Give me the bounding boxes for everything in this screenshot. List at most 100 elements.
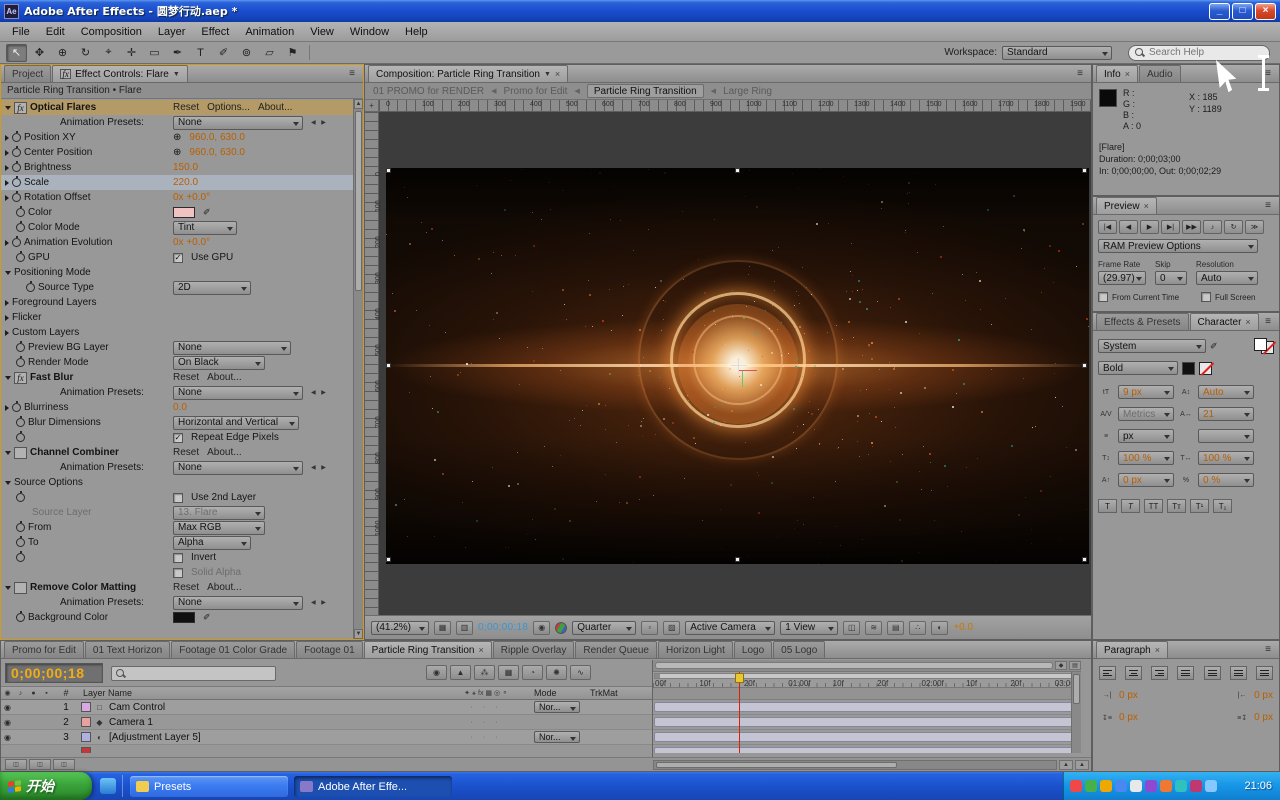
timeline-tab-ripple-overlay[interactable]: Ripple Overlay [493, 641, 575, 658]
checkbox-icon[interactable] [1098, 292, 1108, 302]
tab-dropdown-icon[interactable]: ▼ [173, 71, 180, 78]
animation-presets-dropdown[interactable]: None [173, 596, 303, 610]
stopwatch-icon[interactable] [12, 148, 21, 157]
animation-presets-dropdown[interactable]: None [173, 386, 303, 400]
live-update-icon[interactable]: ◉ [426, 665, 447, 680]
menu-animation[interactable]: Animation [237, 24, 302, 40]
unified-camera-tool[interactable]: ⌖ [98, 44, 119, 62]
brush-tool[interactable]: ✐ [213, 44, 234, 62]
graph-editor-icon[interactable]: ∿ [570, 665, 591, 680]
stopwatch-icon[interactable] [16, 418, 25, 427]
tray-icon-10[interactable] [1205, 780, 1217, 792]
draft-3d-icon[interactable]: ▲ [450, 665, 471, 680]
panel-menu-icon[interactable]: ≡ [1072, 67, 1088, 80]
layer-name[interactable]: Camera 1 [106, 717, 438, 728]
space-after-field[interactable]: ≡↧0 px [1234, 712, 1273, 723]
stopwatch-icon[interactable] [26, 283, 35, 292]
layer-row-2[interactable]: ◉2◆Camera 1· · · [1, 715, 652, 730]
comp-button-icon[interactable]: ▤ [1069, 661, 1081, 670]
zoom-tool[interactable]: ⊕ [52, 44, 73, 62]
animation-presets-dropdown[interactable]: None [173, 461, 303, 475]
animation-presets-dropdown[interactable]: None [173, 116, 303, 130]
point-target-icon[interactable]: ⊕ [173, 147, 181, 158]
tab-paragraph[interactable]: Paragraph× [1096, 641, 1168, 658]
panel-menu-icon[interactable]: ≡ [1260, 315, 1276, 328]
eyedropper-icon[interactable]: ✐ [203, 207, 211, 218]
current-time-indicator[interactable] [739, 672, 740, 753]
tab-close-icon[interactable]: × [1144, 201, 1149, 211]
breadcrumb-large-ring[interactable]: Large Ring [723, 86, 772, 97]
pixel-aspect-icon[interactable]: ◫ [843, 621, 860, 635]
tray-icon-6[interactable] [1145, 780, 1157, 792]
align-justify-last-right-button[interactable] [1230, 666, 1247, 680]
layer-duration-bar[interactable] [654, 717, 1080, 727]
tray-icon-4[interactable] [1115, 780, 1127, 792]
reset-button[interactable]: Reset [173, 447, 199, 458]
render-mode-dropdown[interactable]: On Black [173, 356, 265, 370]
tab-composition[interactable]: Composition: Particle Ring Transition ▼ … [368, 65, 568, 82]
frame-rate-dropdown[interactable]: (29.97) [1098, 271, 1146, 285]
timeline-tab-render-queue[interactable]: Render Queue [575, 641, 657, 658]
stopwatch-icon[interactable] [16, 613, 25, 622]
point-target-icon[interactable]: ⊕ [173, 132, 181, 143]
expand-transfer-controls-button[interactable]: ◫ [29, 759, 51, 770]
motion-blur-icon[interactable]: ◔ [522, 665, 543, 680]
faux-bold-button[interactable]: T [1098, 499, 1117, 513]
property-value[interactable]: 960.0, 630.0 [189, 147, 245, 158]
previous-frame-button[interactable]: ◀ [1119, 220, 1138, 234]
fast-previews-icon[interactable]: ≋ [865, 621, 882, 635]
layer-visibility-icon[interactable]: ◉ [1, 733, 14, 742]
indent-left-field[interactable]: →|0 px [1099, 690, 1138, 701]
menu-layer[interactable]: Layer [150, 24, 194, 40]
tab-project[interactable]: Project [4, 65, 51, 82]
stopwatch-icon[interactable] [12, 193, 21, 202]
menu-composition[interactable]: Composition [73, 24, 150, 40]
tab-effect-controls[interactable]: fx Effect Controls: Flare ▼ [52, 65, 188, 82]
snapshot-icon[interactable]: ◉ [533, 621, 550, 635]
reset-button[interactable]: Reset [173, 372, 199, 383]
scroll-down-icon[interactable]: ▼ [354, 629, 363, 639]
time-navigator-bar[interactable] [655, 662, 1053, 669]
stopwatch-icon[interactable] [16, 223, 25, 232]
stopwatch-icon[interactable] [12, 403, 21, 412]
selection-handle[interactable] [1082, 168, 1087, 173]
menu-file[interactable]: File [4, 24, 38, 40]
fill-stroke-swatches[interactable] [1254, 338, 1274, 354]
expander-icon[interactable] [5, 150, 9, 156]
property-value[interactable]: 960.0, 630.0 [189, 132, 245, 143]
tab-close-icon[interactable]: × [555, 69, 560, 79]
blur-dimensions-dropdown[interactable]: Horizontal and Vertical [173, 416, 299, 430]
timeline-tab-05-logo[interactable]: 05 Logo [773, 641, 825, 658]
timeline-tab-horizon-light[interactable]: Horizon Light [658, 641, 733, 658]
layer-switches[interactable]: · · · [438, 719, 534, 726]
pen-tool[interactable]: ✒ [167, 44, 188, 62]
selection-handle[interactable] [1082, 557, 1087, 562]
play-button[interactable]: ▶ [1140, 220, 1159, 234]
timeline-tab-footage-01[interactable]: Footage 01 [296, 641, 363, 658]
options-button[interactable]: Options... [207, 102, 250, 113]
ram-preview-button[interactable]: ≫ [1245, 220, 1264, 234]
composition-canvas[interactable] [386, 168, 1089, 564]
selection-tool[interactable]: ↖ [6, 44, 27, 62]
scrollbar-thumb[interactable] [355, 111, 362, 291]
selection-handle[interactable] [386, 557, 391, 562]
loop-toggle-button[interactable]: ↻ [1224, 220, 1243, 234]
current-time-display[interactable]: 0;00;00;18 [478, 622, 528, 633]
expander-icon[interactable] [5, 405, 9, 411]
layer-visibility-icon[interactable]: ◉ [1, 718, 14, 727]
panel-menu-icon[interactable]: ≡ [344, 67, 360, 80]
full-screen-checkbox[interactable]: Full Screen [1201, 292, 1255, 302]
tray-icon-9[interactable] [1190, 780, 1202, 792]
menu-view[interactable]: View [302, 24, 342, 40]
align-justify-all-button[interactable] [1256, 666, 1273, 680]
layer-row-3[interactable]: ◉3◐[Adjustment Layer 5]· · ·Nor... [1, 730, 652, 745]
timeline-horizontal-scrollbar[interactable] [653, 760, 1057, 770]
faux-italic-button[interactable]: T [1121, 499, 1140, 513]
frame-blend-icon[interactable]: ▦ [498, 665, 519, 680]
expander-icon[interactable] [5, 180, 9, 186]
eyedropper-icon[interactable]: ✐ [1210, 341, 1218, 352]
selection-handle[interactable] [386, 168, 391, 173]
selection-handle[interactable] [735, 557, 740, 562]
tab-character[interactable]: Character× [1190, 313, 1259, 330]
vertical-scale-dropdown[interactable]: 100 % [1118, 451, 1174, 465]
